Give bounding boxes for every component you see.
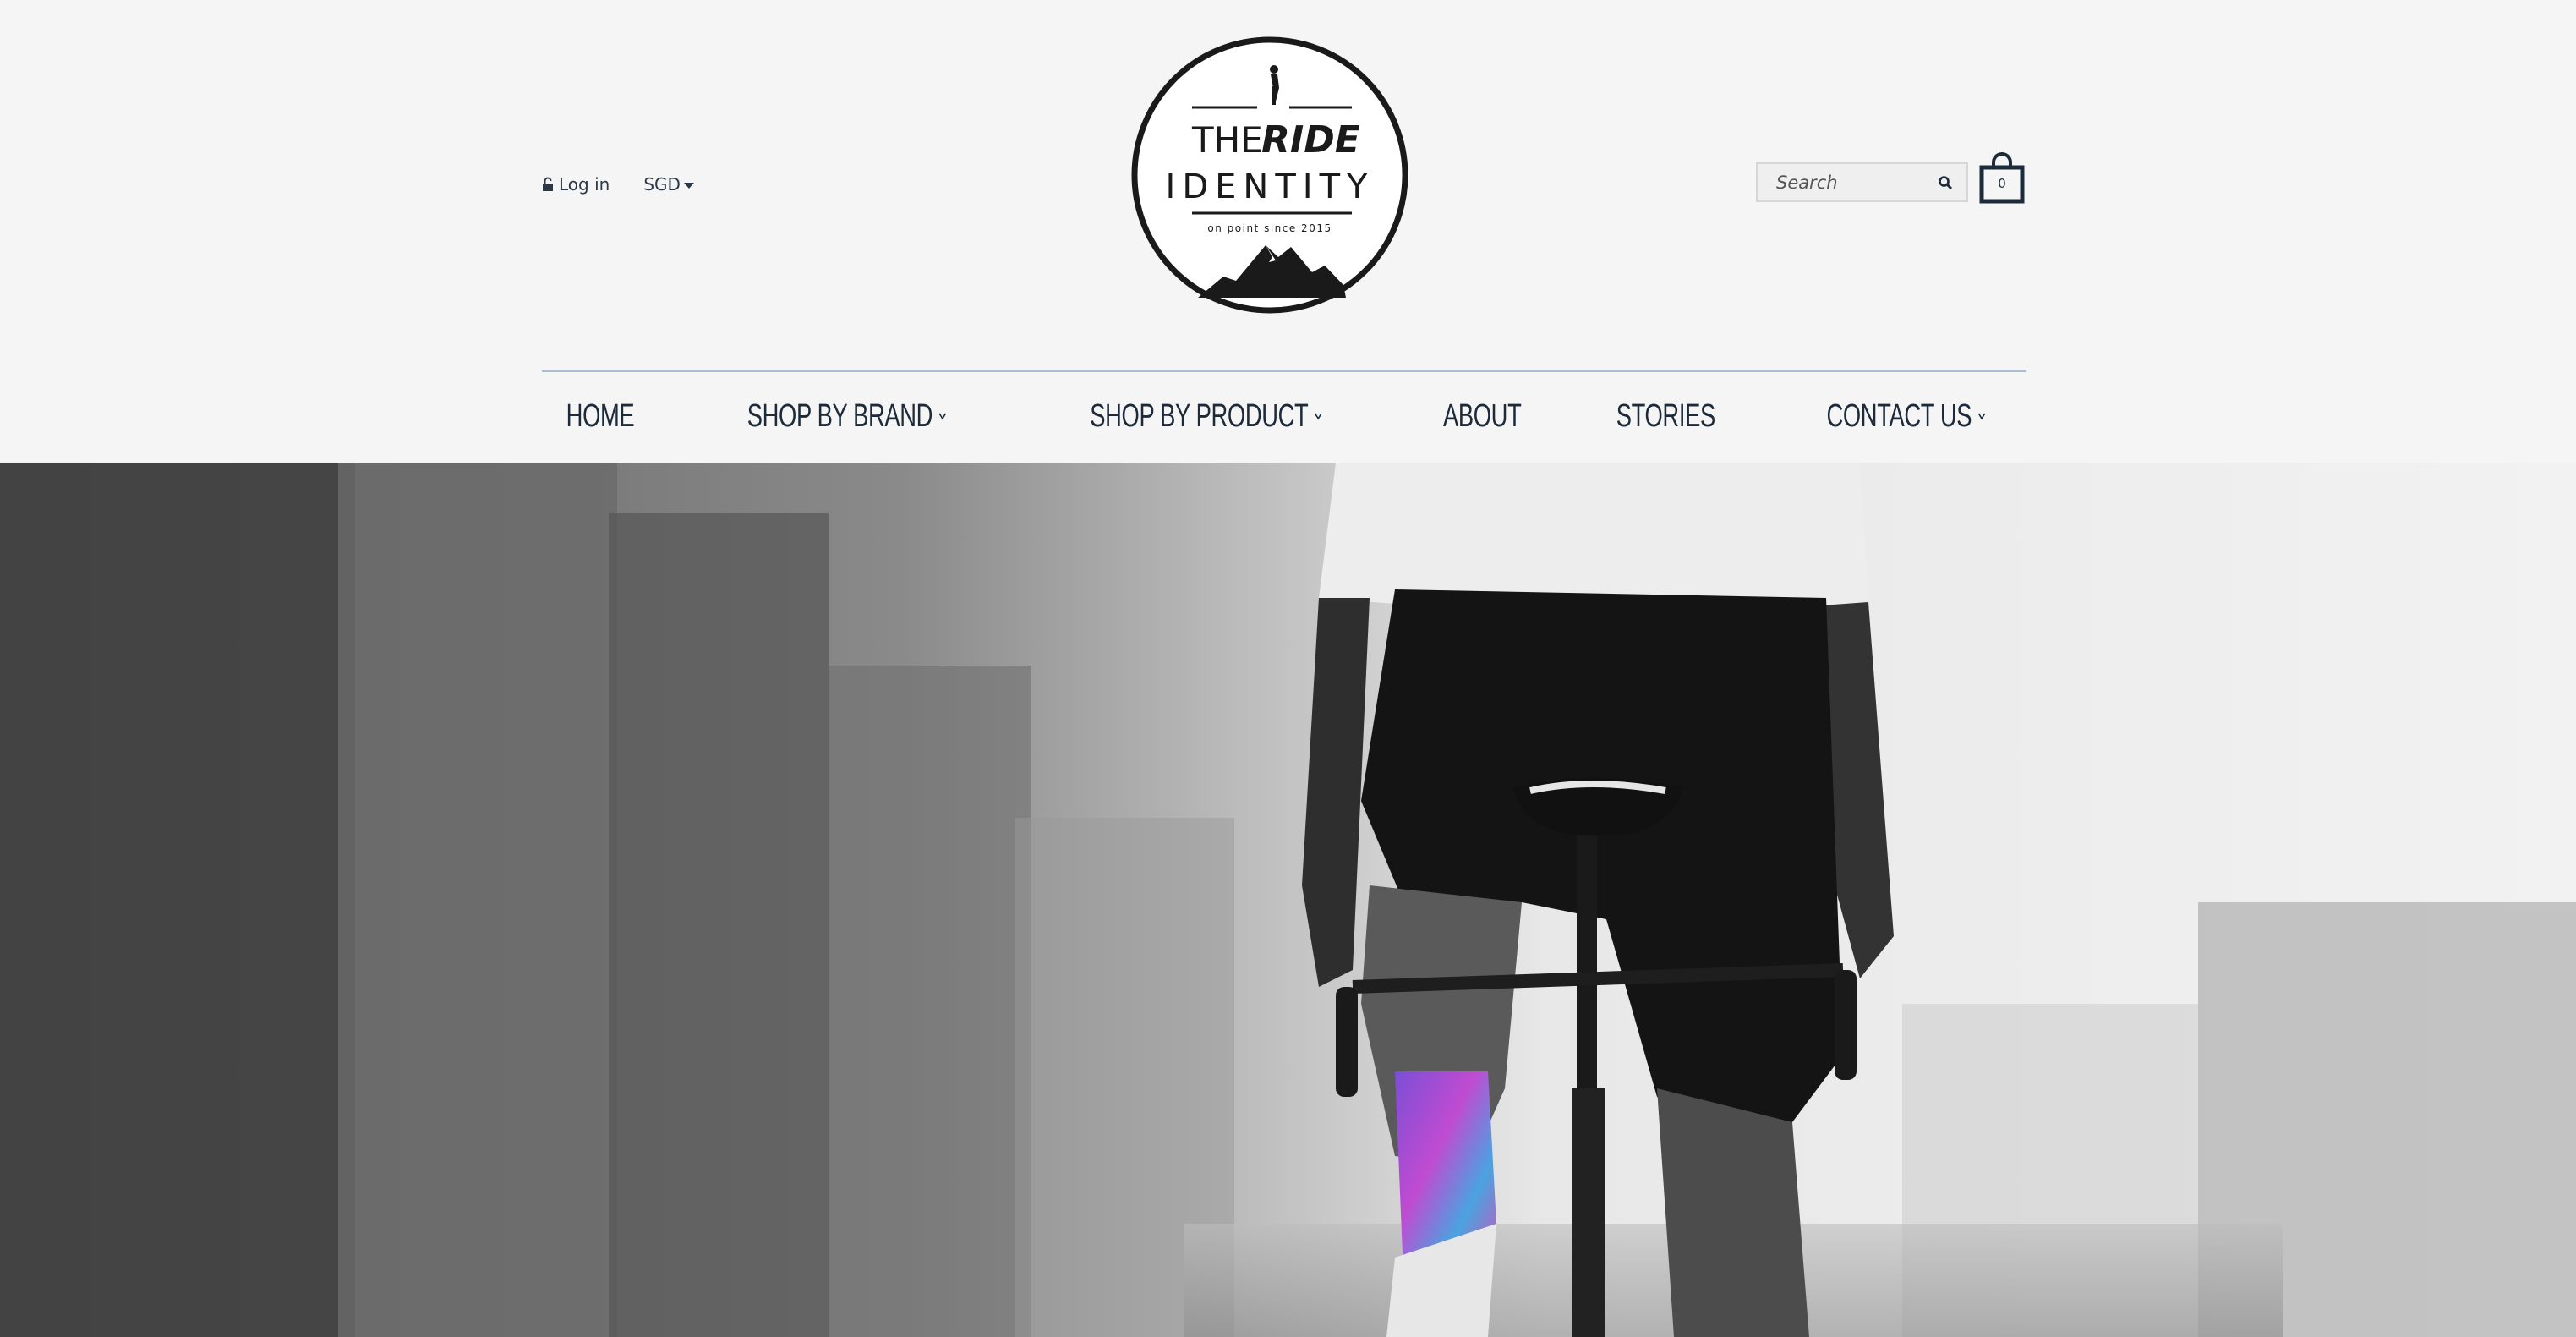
search-icon[interactable] (1938, 175, 1953, 190)
nav-divider (542, 370, 2026, 372)
logo-badge: THE RIDE IDENTITY on point since 2015 (1131, 36, 1408, 314)
caret-down-icon (683, 182, 694, 189)
nav-label: ABOUT (1442, 397, 1522, 434)
currency-value: SGD (643, 174, 681, 195)
cart-button[interactable]: 0 (1978, 151, 2026, 205)
login-link[interactable]: Log in (542, 174, 610, 195)
chevron-down-icon (1977, 413, 1985, 420)
chevron-down-icon (938, 413, 946, 420)
site-logo[interactable]: THE RIDE IDENTITY on point since 2015 (1130, 36, 1409, 315)
cyclist-hero-image (0, 463, 2576, 1337)
nav-item-shop-by-product[interactable]: SHOP BY PRODUCT (1045, 398, 1367, 435)
nav-label: HOME (566, 397, 634, 434)
nav-item-contact-us[interactable]: CONTACT US (1796, 398, 2016, 435)
utility-links: Log in SGD (542, 173, 694, 196)
nav-item-stories[interactable]: STORIES (1597, 398, 1735, 435)
main-nav: HOME SHOP BY BRAND SHOP BY PRODUCT ABOUT… (542, 389, 2026, 443)
nav-item-about[interactable]: ABOUT (1428, 398, 1536, 435)
cart-count: 0 (1998, 176, 2006, 191)
nav-item-shop-by-brand[interactable]: SHOP BY BRAND (708, 398, 985, 435)
lock-icon (543, 177, 553, 191)
nav-label: SHOP BY BRAND (747, 397, 933, 434)
login-label: Log in (559, 174, 610, 195)
logo-line1-plain: THE (1191, 119, 1263, 161)
logo-line2: IDENTITY (1166, 167, 1375, 206)
search-box (1756, 162, 1968, 202)
nav-label: STORIES (1616, 397, 1716, 434)
nav-item-home[interactable]: HOME (553, 398, 648, 435)
logo-tagline: on point since 2015 (1207, 222, 1332, 234)
site-header: Log in SGD THE RIDE IDENTITY on point si… (0, 0, 2576, 463)
currency-selector[interactable]: SGD (643, 174, 694, 195)
hero-banner-image[interactable] (0, 463, 2576, 1337)
nav-label: SHOP BY PRODUCT (1090, 397, 1309, 434)
logo-line1-bold: RIDE (1261, 118, 1360, 162)
nav-label: CONTACT US (1826, 397, 1972, 434)
search-input[interactable] (1758, 171, 1939, 194)
chevron-down-icon (1315, 413, 1322, 420)
